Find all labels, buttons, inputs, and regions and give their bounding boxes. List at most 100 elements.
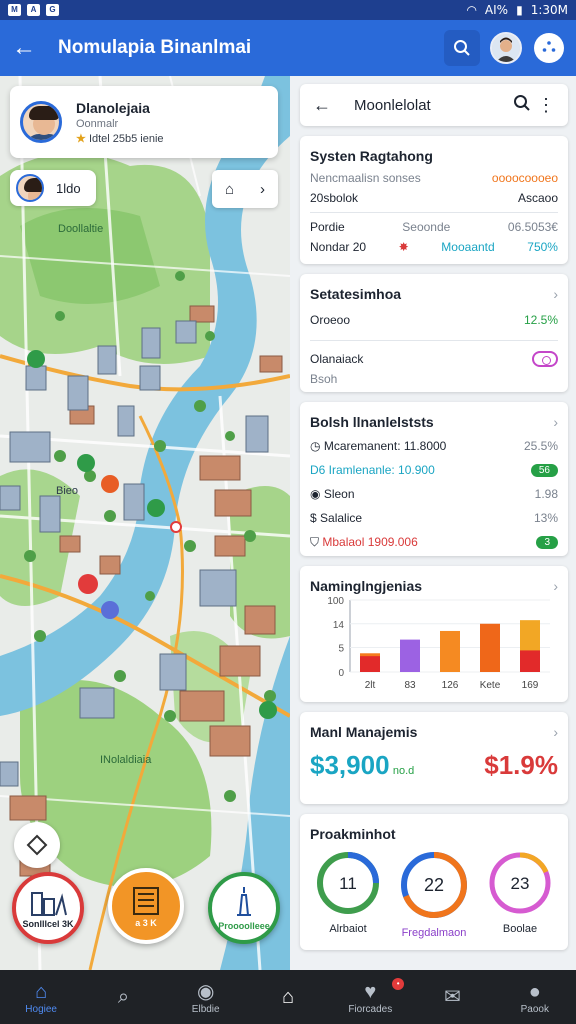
panel-more-icon[interactable]: ⋮ (534, 95, 558, 116)
finance-row-4-value: 13% (533, 511, 558, 525)
nav-house[interactable]: ⌂ (253, 985, 323, 1009)
profile-stats-text: Idtel 25b5 ienie (88, 132, 164, 145)
ranks-card[interactable]: Proakminhot 11 Alrbaiot 22 Fregdalmaon 2… (300, 814, 568, 950)
settings-row-1-label: Oroeoo (310, 313, 351, 327)
donut-1[interactable]: 11 Alrbaiot (310, 850, 386, 939)
nav-favorites[interactable]: ♥ • Fiorcades (335, 977, 405, 1015)
settings-row-2-sub: Bsoh (310, 372, 338, 386)
tower-icon (237, 887, 251, 916)
donut-2-value: 22 (424, 875, 444, 895)
system-row-4-label: Nondar 20 (310, 240, 367, 254)
fab-tower-label: Proooolleee (218, 921, 270, 931)
more-options-button[interactable] (534, 33, 564, 63)
nav-profile-label: Paook (520, 1003, 549, 1015)
chart-title: Naminglngjenias (310, 578, 423, 594)
app-bar: ← Nomulapia Binanlmai (0, 20, 576, 76)
chart-bar[interactable] (400, 639, 420, 672)
search-button[interactable] (444, 30, 480, 66)
finance-title: Bolsh llnanlelststs (310, 414, 434, 430)
nav-home[interactable]: ⌂ Hogiee (6, 980, 76, 1015)
donut-2-label: Fregdalmaon (401, 927, 467, 939)
chart-x-tick: 126 (442, 680, 459, 691)
nav-explore[interactable]: ◉ Elbdie (171, 980, 241, 1015)
nav-search[interactable]: ⌕ (88, 985, 158, 1009)
nav-explore-label: Elbdie (191, 1003, 220, 1015)
management-right-value: $1.9% (484, 749, 558, 780)
system-row-3-mid: Seoonde (402, 220, 451, 234)
clock: 1:30M (530, 3, 568, 17)
back-icon[interactable]: ← (310, 95, 334, 116)
status-icon-m: M (8, 4, 21, 16)
map-tools: ⌂ › (212, 170, 278, 208)
finance-row-5-label: Mbalaol 1909.006 (322, 534, 418, 549)
donut-1-value: 11 (339, 874, 357, 893)
panel-title: Moonlelolat (354, 96, 431, 114)
system-row-4-value: 750% (527, 240, 558, 254)
chart-y-tick: 100 (327, 596, 344, 607)
nav-profile[interactable]: ● Paook (500, 980, 570, 1015)
system-row-4-mid: Mooaantd (441, 240, 495, 254)
mail-icon: ✉ (444, 986, 461, 1008)
profile-avatar (20, 101, 62, 143)
management-card[interactable]: Manl Manajemis › $3,900 no.d $1.9% (300, 712, 568, 804)
fab-office-label: a 3 K (135, 918, 157, 928)
map-label-kiosk: Bieo (56, 485, 78, 497)
finance-row-3-label: Sleon (323, 487, 355, 501)
profile-subtitle: Oonmalr (76, 117, 119, 130)
system-card[interactable]: Systen Ragtahong Nencmaalisn sonses oooo… (300, 136, 568, 264)
map-label-park-bottom: INolaldiaia (100, 754, 152, 766)
star-icon: ★ (76, 132, 86, 145)
dots-icon (542, 41, 556, 52)
status-icon-g: G (46, 4, 59, 16)
chart-x-tick: Kete (480, 680, 501, 691)
management-left-suffix: no.d (392, 764, 415, 777)
management-chevron-icon[interactable]: › (553, 724, 558, 740)
map-view[interactable]: Doollaltie INolaldiaia Bieo Dlanolejaia … (0, 76, 290, 970)
settings-card[interactable]: Setatesimhoa › Oroeoo 12.5% Olanaiack Bso… (300, 274, 568, 392)
chart-chevron-icon[interactable]: › (553, 578, 558, 594)
right-panel: ← Moonlelolat ⋮ Systen Ragtahong Nencmaa… (300, 84, 568, 960)
chart-y-tick: 0 (338, 668, 344, 679)
settings-chevron-icon[interactable]: › (553, 286, 558, 302)
donut-3[interactable]: 23 Boolae (482, 850, 558, 939)
chart-bar[interactable] (440, 630, 460, 672)
fab-buildings[interactable]: Sonlllcel 3K (12, 872, 84, 944)
system-row-1-value: oooocoooeo (491, 171, 558, 185)
nav-mail[interactable]: ✉ (418, 985, 488, 1009)
finance-row-2-badge: 56 (530, 463, 558, 477)
home-map-icon[interactable]: ⌂ (225, 181, 234, 198)
fab-office[interactable]: a 3 K (108, 868, 184, 944)
shield-icon: ⛉ (310, 534, 320, 549)
fab-tower[interactable]: Proooolleee (208, 872, 280, 944)
user-avatar[interactable] (490, 32, 522, 64)
battery-text: AI% (484, 3, 509, 17)
profile-stats: ★ Idtel 25b5 ienie (76, 132, 164, 145)
chart-card[interactable]: Naminglngjenias › 100 14 5 0 2lt 83 126 Kete 169 (300, 566, 568, 702)
finance-card[interactable]: Bolsh llnanlelststs › ◷ Mcaremanent: 11.8… (300, 402, 568, 556)
fab-buildings-label: Sonlllcel 3K (22, 919, 74, 929)
finance-row-1-label: Mcaremanent: 11.8000 (323, 439, 447, 453)
system-row-3-value: 06.5053€ (507, 220, 558, 234)
chart-bar-segment[interactable] (520, 650, 540, 672)
system-row-2-label: 20sbolok (310, 191, 359, 205)
dollar-icon: ◉ (310, 487, 321, 501)
chart-bar-segment[interactable] (360, 656, 380, 672)
profile-card[interactable]: Dlanolejaia Oonmalr ★ Idtel 25b5 ienie (10, 86, 278, 158)
map-label-park-top: Doollaltie (58, 223, 103, 235)
finance-chevron-icon[interactable]: › (553, 414, 558, 430)
layers-button[interactable] (14, 822, 60, 868)
chart-x-tick: 169 (522, 680, 539, 691)
user-chip[interactable]: 1ldo (10, 170, 96, 206)
nav-home-label: Hogiee (25, 1003, 57, 1015)
settings-toggle[interactable] (532, 351, 558, 367)
donut-1-ring: 11 (317, 852, 379, 914)
management-left-value: $3,900 (310, 749, 390, 780)
dollar-sign-icon: $ (310, 511, 317, 525)
finance-row-3: ◉ Sleon (310, 487, 355, 501)
back-arrow-icon[interactable]: ← (12, 34, 48, 62)
chart-bar[interactable] (480, 623, 500, 672)
home-icon: ⌂ (35, 980, 48, 1003)
panel-search-icon[interactable] (510, 94, 534, 117)
donut-2[interactable]: 22 Fregdalmaon (396, 850, 472, 939)
chevron-right-icon[interactable]: › (260, 181, 265, 198)
